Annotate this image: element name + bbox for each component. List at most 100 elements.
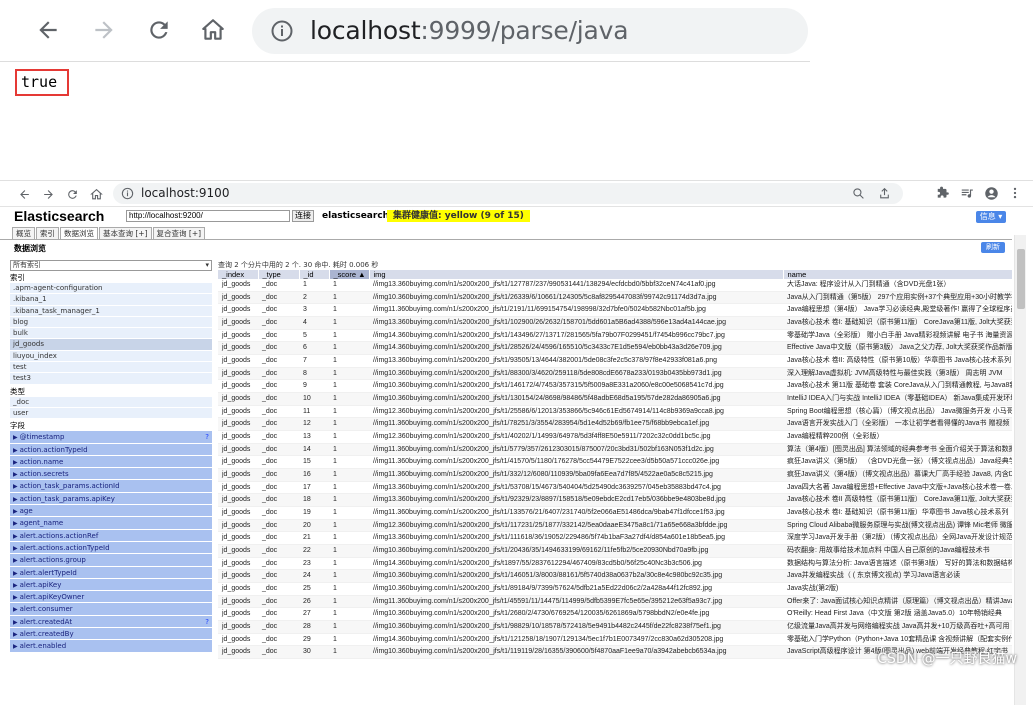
tab-basic-query[interactable]: 基本查询 [+]	[99, 227, 152, 239]
index-item[interactable]: .apm-agent-configuration	[10, 283, 212, 295]
column-header[interactable]: _index	[218, 270, 259, 279]
table-row[interactable]: jd_goods _doc 3 1//img11.360buyimg.com/n1/s…	[218, 303, 1012, 318]
refresh-button[interactable]: 刷新	[981, 242, 1005, 253]
media-button[interactable]	[959, 185, 975, 201]
table-row[interactable]: jd_goods _doc 9 1//img10.360buyimg.com/n1/s…	[218, 379, 1012, 394]
zoom-icon[interactable]	[852, 187, 865, 200]
table-row[interactable]: jd_goods _doc 29 1//img14.360buyimg.com/n1/…	[218, 633, 1012, 647]
type-item[interactable]: _doc	[10, 396, 212, 408]
field-item[interactable]: ▶ alert.apiKey	[10, 578, 212, 592]
table-row[interactable]: jd_goods _doc 19 1//img11.360buyimg.com/n1/…	[218, 506, 1012, 520]
home-button[interactable]	[88, 186, 104, 202]
table-row[interactable]: jd_goods _doc 18 1//img13.360buyimg.com/n1/…	[218, 493, 1012, 508]
table-row[interactable]: jd_goods _doc 5 1//img14.360buyimg.com/n1/s…	[218, 329, 1012, 343]
field-item[interactable]: ▶ action_task_params.actionId	[10, 480, 212, 493]
field-item[interactable]: ▶ alert.actions.group	[10, 554, 212, 567]
table-row[interactable]: jd_goods _doc 16 1//img11.360buyimg.com/n1/…	[218, 468, 1012, 482]
column-header[interactable]: _score ▲	[329, 270, 370, 279]
field-item[interactable]: ▶ alert.enabled	[10, 640, 212, 653]
tab-overview[interactable]: 概览	[12, 227, 35, 239]
table-row[interactable]: jd_goods _doc 12 1//img11.360buyimg.com/n1/…	[218, 417, 1012, 432]
scrollbar-thumb[interactable]	[1017, 249, 1025, 309]
table-row[interactable]: jd_goods _doc 11 1//img12.360buyimg.com/n1/…	[218, 405, 1012, 419]
tab-indices[interactable]: 索引	[36, 227, 59, 239]
expand-triangle-icon: ▶	[13, 532, 18, 540]
index-item[interactable]: bulk	[10, 328, 212, 340]
table-row[interactable]: jd_goods _doc 26 1//img11.360buyimg.com/n1/…	[218, 595, 1012, 609]
index-item[interactable]: test3	[10, 373, 212, 385]
home-button[interactable]	[195, 12, 231, 48]
profile-button[interactable]	[983, 185, 999, 201]
field-item[interactable]: ▶ alert.actions.actionTypeId	[10, 541, 212, 555]
share-icon[interactable]	[878, 187, 891, 200]
table-row[interactable]: jd_goods _doc 27 1//img10.360buyimg.com/n1/…	[218, 607, 1012, 622]
table-row[interactable]: jd_goods _doc 20 1//img12.360buyimg.com/n1/…	[218, 519, 1012, 533]
connect-button[interactable]: 连接	[292, 210, 314, 222]
table-row[interactable]: jd_goods _doc 25 1//img10.360buyimg.com/n1/…	[218, 582, 1012, 596]
table-cell: //img13.360buyimg.com/n1/s200x200_jfs/t1…	[369, 481, 783, 495]
table-row[interactable]: jd_goods _doc 13 1//img12.360buyimg.com/n1/…	[218, 430, 1012, 444]
extensions-button[interactable]	[935, 185, 951, 201]
field-item[interactable]: ▶ alert.alertTypeId	[10, 566, 212, 579]
table-row[interactable]: jd_goods _doc 17 1//img13.360buyimg.com/n1/…	[218, 481, 1012, 495]
help-icon[interactable]: ?	[205, 616, 209, 628]
field-item[interactable]: ▶ alert.createdBy	[10, 628, 212, 641]
table-row[interactable]: jd_goods _doc 21 1//img13.360buyimg.com/n1/…	[218, 531, 1012, 546]
table-row[interactable]: jd_goods _doc 6 1//img14.360buyimg.com/n1/s…	[218, 341, 1012, 356]
table-cell: _doc	[258, 645, 299, 660]
column-header[interactable]: _type	[258, 270, 300, 279]
index-select[interactable]: 所有索引	[10, 260, 212, 271]
table-row[interactable]: jd_goods _doc 28 1//img10.360buyimg.com/n1/…	[218, 620, 1012, 634]
field-item[interactable]: ▶ alert.actions.actionRef	[10, 529, 212, 542]
help-icon[interactable]: ?	[205, 431, 209, 443]
index-item[interactable]: blog	[10, 316, 212, 329]
field-item[interactable]: ▶ action_task_params.apiKey	[10, 492, 212, 506]
column-header[interactable]: _id	[299, 270, 330, 279]
field-item[interactable]: ▶ action.actionTypeId	[10, 443, 212, 456]
table-row[interactable]: jd_goods _doc 2 1//img10.360buyimg.com/n1/s…	[218, 291, 1012, 305]
top-address-bar[interactable]: localhost:9999/parse/java	[252, 8, 808, 54]
table-row[interactable]: jd_goods _doc 4 1//img13.360buyimg.com/n1/s…	[218, 316, 1012, 330]
field-item[interactable]: ▶ agent_name	[10, 517, 212, 530]
reload-button[interactable]	[64, 186, 80, 202]
back-button[interactable]	[30, 12, 66, 48]
reload-button[interactable]	[141, 12, 177, 48]
back-button[interactable]	[16, 186, 32, 202]
forward-button[interactable]	[86, 12, 122, 48]
field-item[interactable]: ▶ action.secrets	[10, 468, 212, 481]
table-row[interactable]: jd_goods _doc 24 1//img10.360buyimg.com/n1/…	[218, 569, 1012, 584]
type-item[interactable]: user	[10, 407, 212, 420]
info-icon[interactable]	[121, 187, 134, 200]
column-header[interactable]: img	[369, 270, 784, 279]
field-item[interactable]: ▶ alert.createdAt?	[10, 615, 212, 629]
table-row[interactable]: jd_goods _doc 15 1//img11.360buyimg.com/n1/…	[218, 455, 1012, 470]
column-header[interactable]: name	[783, 270, 1012, 279]
index-item[interactable]: .kibana_task_manager_1	[10, 305, 212, 317]
forward-button[interactable]	[40, 186, 56, 202]
table-row[interactable]: jd_goods _doc 23 1//img14.360buyimg.com/n1/…	[218, 557, 1012, 571]
index-item[interactable]: liuyou_index	[10, 350, 212, 363]
tab-browser[interactable]: 数据浏览	[60, 227, 98, 239]
page-scrollbar[interactable]	[1014, 235, 1026, 705]
field-item[interactable]: ▶ age	[10, 505, 212, 518]
tab-compound-query[interactable]: 复合查询 [+]	[152, 227, 206, 239]
info-dropdown-button[interactable]: 信息 ▾	[976, 211, 1006, 223]
index-item[interactable]: jd_goods	[10, 339, 212, 351]
table-row[interactable]: jd_goods _doc 7 1//img13.360buyimg.com/n1/s…	[218, 354, 1012, 368]
table-row[interactable]: jd_goods _doc 10 1//img10.360buyimg.com/n1/…	[218, 392, 1012, 406]
menu-button[interactable]	[1007, 185, 1023, 201]
field-item[interactable]: ▶ action.name	[10, 455, 212, 469]
table-row[interactable]: jd_goods _doc 14 1//img11.360buyimg.com/n1/…	[218, 443, 1012, 457]
field-item[interactable]: ▶ @timestamp?	[10, 431, 212, 444]
info-icon[interactable]	[270, 19, 294, 43]
table-row[interactable]: jd_goods _doc 8 1//img10.360buyimg.com/n1/s…	[218, 367, 1012, 381]
index-item[interactable]: test	[10, 362, 212, 374]
bottom-address-bar[interactable]: localhost:9100	[113, 183, 903, 204]
connect-url-input[interactable]: http://localhost:9200/	[126, 210, 290, 222]
table-row[interactable]: jd_goods _doc 1 1//img13.360buyimg.com/n1/s…	[218, 279, 1012, 292]
index-item[interactable]: .kibana_1	[10, 294, 212, 306]
table-row[interactable]: jd_goods _doc 22 1//img10.360buyimg.com/n1/…	[218, 544, 1012, 558]
field-item[interactable]: ▶ alert.apiKeyOwner	[10, 591, 212, 604]
field-item[interactable]: ▶ alert.consumer	[10, 603, 212, 616]
table-cell: _doc	[258, 417, 299, 432]
